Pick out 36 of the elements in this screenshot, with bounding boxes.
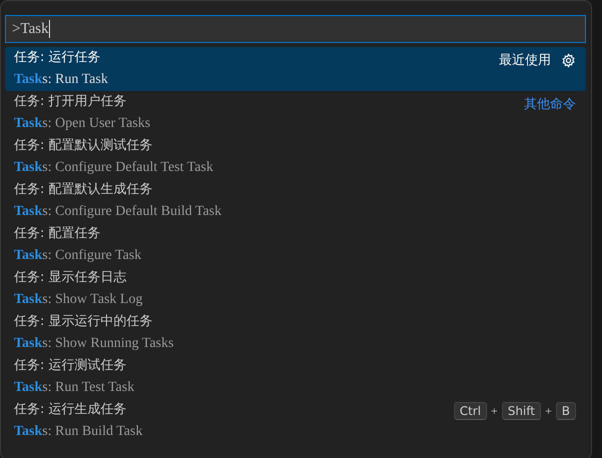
command-item[interactable]: 任务: 配置默认生成任务 Tasks: Configure Default Build Task	[5, 179, 586, 223]
command-item[interactable]: 任务: 显示运行中的任务 Tasks: Show Running Tasks	[5, 311, 586, 355]
keyboard-key: Shift	[502, 402, 541, 420]
keyboard-key: B	[556, 402, 576, 420]
command-item[interactable]: 任务: 运行任务 Tasks: Run Task 最近使用	[5, 47, 586, 91]
command-id: Tasks: Configure Default Build Task	[14, 203, 222, 221]
command-id: Tasks: Open User Tasks	[14, 115, 150, 133]
command-input[interactable]: >Task	[5, 15, 586, 43]
settings-icon[interactable]	[561, 52, 576, 68]
command-title: 任务: 运行生成任务	[14, 401, 128, 419]
command-item[interactable]: 任务: 配置任务 Tasks: Configure Task	[5, 223, 586, 267]
command-id: Tasks: Configure Default Test Task	[14, 159, 214, 177]
recently-used-label: 最近使用	[499, 52, 551, 69]
command-id: Tasks: Run Task	[14, 71, 108, 89]
command-item[interactable]: 任务: 运行生成任务 Tasks: Run Build Task Ctrl + Shift + B	[5, 399, 586, 443]
command-title: 任务: 配置默认生成任务	[14, 181, 154, 199]
command-title: 任务: 显示任务日志	[14, 269, 128, 287]
command-item[interactable]: 任务: 运行测试任务 Tasks: Run Test Task	[5, 355, 586, 399]
command-title: 任务: 配置任务	[14, 225, 102, 243]
command-id: Tasks: Show Task Log	[14, 291, 143, 309]
command-title: 任务: 显示运行中的任务	[14, 313, 154, 331]
command-id: Tasks: Show Running Tasks	[14, 335, 174, 353]
command-id: Tasks: Configure Task	[14, 247, 142, 265]
command-title: 任务: 运行任务	[14, 49, 102, 67]
plus-sign: +	[544, 404, 552, 418]
plus-sign: +	[490, 404, 498, 418]
other-commands-link[interactable]: 其他命令	[524, 95, 576, 113]
command-title: 任务: 配置默认测试任务	[14, 137, 154, 155]
command-title: 任务: 打开用户任务	[14, 93, 128, 111]
command-item[interactable]: 任务: 显示任务日志 Tasks: Show Task Log	[5, 267, 586, 311]
command-title: 任务: 运行测试任务	[14, 357, 128, 375]
command-id: Tasks: Run Build Task	[14, 423, 143, 441]
command-id: Tasks: Run Test Task	[14, 379, 134, 397]
command-item[interactable]: 任务: 配置默认测试任务 Tasks: Configure Default Test Task	[5, 135, 586, 179]
command-item[interactable]: 任务: 打开用户任务 Tasks: Open User Tasks 其他命令	[5, 91, 586, 135]
keyboard-key: Ctrl	[454, 402, 487, 420]
